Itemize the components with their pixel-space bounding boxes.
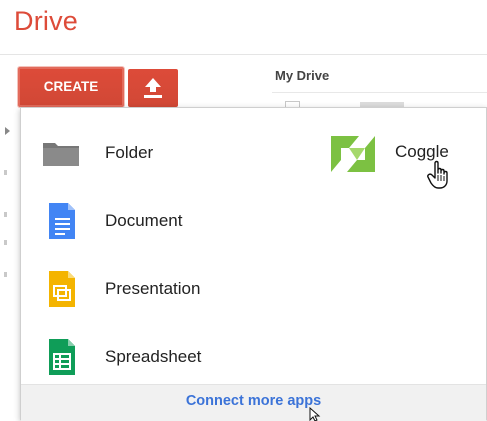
menu-item-label: Document	[105, 211, 183, 230]
menu-item-coggle[interactable]: Coggle	[325, 128, 487, 178]
app-title: Drive	[14, 6, 79, 36]
create-menu: Folder Document Presentation Spreadsheet…	[20, 107, 487, 421]
menu-item-folder[interactable]: Folder	[21, 122, 301, 182]
document-icon	[49, 203, 75, 239]
sidebar-fragment	[4, 170, 7, 175]
sidebar-fragment	[4, 272, 7, 277]
menu-item-label: Spreadsheet	[105, 347, 202, 366]
expand-arrow-icon[interactable]	[5, 127, 10, 135]
menu-item-document[interactable]: Document	[21, 190, 301, 250]
menu-item-presentation[interactable]: Presentation	[21, 258, 301, 318]
spreadsheet-icon	[49, 339, 75, 375]
sidebar-fragment	[4, 212, 7, 217]
upload-button[interactable]	[128, 69, 178, 107]
header-divider	[0, 54, 487, 55]
sidebar-fragment	[4, 240, 7, 245]
coggle-icon	[331, 136, 375, 172]
section-divider	[272, 92, 487, 93]
menu-item-label: Presentation	[105, 279, 201, 298]
upload-arrow-icon	[144, 78, 162, 98]
menu-item-label: Folder	[105, 143, 154, 162]
presentation-icon	[49, 271, 75, 307]
menu-item-spreadsheet[interactable]: Spreadsheet	[21, 326, 301, 386]
section-title: My Drive	[275, 68, 330, 83]
connect-more-apps-link[interactable]: Connect more apps	[21, 393, 486, 409]
hand-cursor-icon	[427, 160, 448, 189]
folder-icon	[43, 143, 79, 166]
menu-item-label: Coggle	[395, 142, 449, 161]
menu-footer: Connect more apps	[21, 384, 486, 421]
create-button[interactable]: CREATE	[18, 67, 124, 107]
